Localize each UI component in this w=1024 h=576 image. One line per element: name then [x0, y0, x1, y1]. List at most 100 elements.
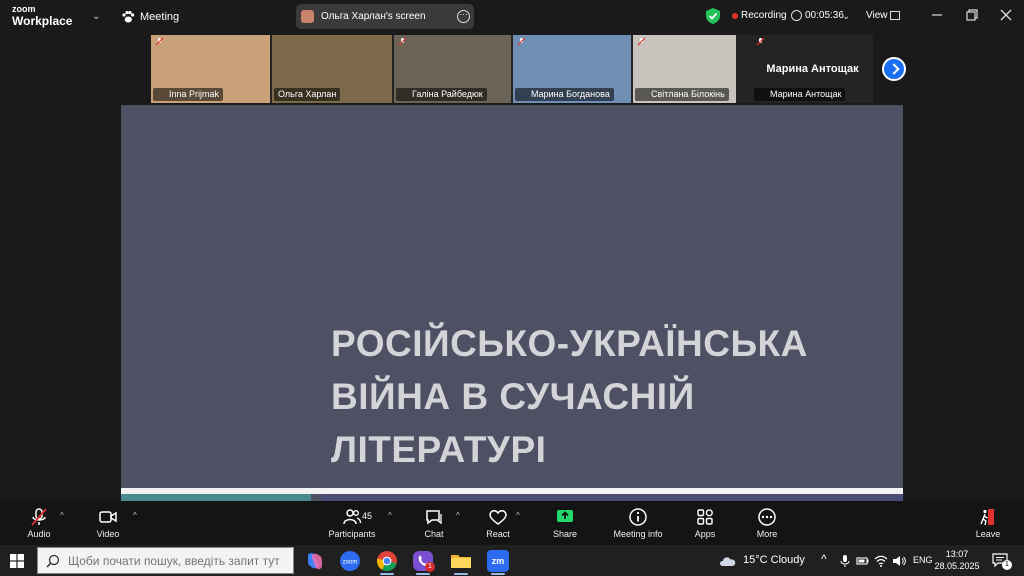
- presenter-avatar: [301, 10, 314, 23]
- react-label: React: [486, 529, 510, 539]
- minimize-icon[interactable]: [929, 7, 945, 23]
- participant-name: Галіна Райбедюк: [396, 88, 487, 101]
- recording-label[interactable]: Recording: [741, 10, 787, 21]
- video-label: Video: [96, 529, 120, 539]
- participant-tile-no-video[interactable]: Марина Антощак Марина Антощак: [752, 35, 873, 103]
- windows-taskbar: zoom 1 zm 15°C Cloudy ^ ENG 13:07 28.05.…: [0, 545, 1024, 576]
- chevron-up-icon[interactable]: ^: [388, 511, 392, 520]
- more-options-icon[interactable]: ···: [457, 10, 470, 23]
- clock-icon: [791, 10, 802, 21]
- participant-tile[interactable]: Світлана Білокінь: [633, 35, 736, 103]
- meeting-timer: 00:05:36: [805, 10, 844, 21]
- slide-title-line-1: РОСІЙСЬКО-УКРАЇНСЬКА: [331, 323, 808, 364]
- chat-label: Chat: [424, 529, 444, 539]
- zoom-app-icon[interactable]: zoom: [339, 550, 361, 572]
- participant-tile[interactable]: Inna Prijmak: [151, 35, 270, 103]
- chevron-up-icon[interactable]: ^: [516, 511, 520, 520]
- participants-label: Participants: [328, 529, 376, 539]
- restore-icon[interactable]: [964, 7, 980, 23]
- chevron-down-icon[interactable]: ⌄: [92, 11, 100, 22]
- logo-top-text: zoom: [12, 4, 36, 14]
- file-explorer-icon[interactable]: [450, 550, 472, 572]
- viber-notification-badge: 1: [425, 562, 435, 572]
- meeting-info-label: Meeting info: [613, 529, 663, 539]
- meeting-label[interactable]: Meeting: [140, 11, 179, 23]
- copilot-icon[interactable]: [304, 550, 326, 572]
- clock-time: 13:07: [945, 549, 969, 559]
- microphone-icon[interactable]: [838, 554, 852, 568]
- audio-label: Audio: [27, 529, 51, 539]
- chat-bubble-icon: [426, 510, 442, 525]
- participant-name: Марина Богданова: [515, 88, 614, 101]
- cloudy-weather-icon[interactable]: [718, 554, 738, 568]
- more-label: More: [756, 529, 778, 539]
- more-button[interactable]: More: [737, 507, 797, 539]
- share-screen-icon: [557, 510, 573, 522]
- meeting-toolbar: Audio ^ Video ^ Participants 45 ^ Chat ^…: [0, 501, 1024, 545]
- heart-icon: [489, 510, 507, 525]
- paw-icon[interactable]: [121, 10, 135, 24]
- chat-button[interactable]: Chat: [404, 507, 464, 539]
- apps-grid-icon: [697, 509, 713, 525]
- recording-dot-icon: [732, 13, 738, 19]
- system-clock[interactable]: 13:07 28.05.2025: [932, 548, 982, 572]
- muted-mic-icon: [517, 37, 526, 46]
- meeting-info-button[interactable]: Meeting info: [608, 507, 668, 539]
- taskbar-search-input[interactable]: [68, 553, 288, 569]
- muted-mic-icon: [398, 37, 407, 46]
- participant-display-name: Марина Антощак: [766, 63, 859, 75]
- zoom-app-text: zoom: [343, 560, 358, 566]
- grid-view-icon[interactable]: [890, 11, 900, 20]
- chevron-up-icon[interactable]: ^: [60, 511, 64, 520]
- security-shield-icon[interactable]: [706, 8, 720, 24]
- shared-screen-slide: РОСІЙСЬКО-УКРАЇНСЬКА ВІЙНА В СУЧАСНІЙ ЛІ…: [121, 105, 903, 501]
- search-icon: [46, 554, 60, 568]
- windows-start-icon[interactable]: [10, 554, 24, 568]
- chevron-up-icon[interactable]: ^: [133, 511, 137, 520]
- battery-icon[interactable]: [856, 554, 870, 568]
- video-button[interactable]: Video: [78, 507, 138, 539]
- participant-tile[interactable]: Марина Богданова: [513, 35, 631, 103]
- video-camera-icon: [99, 511, 117, 523]
- participants-count: 45: [362, 511, 373, 521]
- volume-icon[interactable]: [892, 554, 906, 568]
- view-menu-label[interactable]: View: [866, 10, 888, 21]
- chrome-icon[interactable]: [376, 550, 398, 572]
- wifi-icon[interactable]: [874, 554, 888, 568]
- share-button[interactable]: Share: [535, 507, 595, 539]
- input-language[interactable]: ENG: [913, 555, 933, 565]
- participant-name: Марина Антощак: [754, 88, 846, 101]
- slide-title-line-3: ЛІТЕРАТУРІ: [331, 429, 547, 470]
- clock-date: 28.05.2025: [934, 561, 980, 571]
- notification-count-badge: 1: [1002, 560, 1012, 570]
- screen-share-pill[interactable]: Ольга Харлан's screen ···: [296, 4, 474, 29]
- next-page-arrow-icon[interactable]: [882, 57, 906, 81]
- chevron-up-icon[interactable]: ^: [456, 511, 460, 520]
- leave-button[interactable]: Leave: [958, 507, 1018, 539]
- close-icon[interactable]: [998, 7, 1014, 23]
- running-indicator: [416, 573, 430, 575]
- participant-name: Світлана Білокінь: [635, 88, 729, 101]
- more-dots-icon: [758, 508, 776, 526]
- participants-button[interactable]: Participants: [322, 507, 382, 539]
- taskbar-search-box[interactable]: [37, 547, 294, 574]
- share-label: Share: [552, 529, 578, 539]
- participant-tile[interactable]: Галіна Райбедюк: [394, 35, 511, 103]
- leave-label: Leave: [975, 529, 1001, 539]
- participant-name: Ольга Харлан: [274, 88, 341, 101]
- slide-decor-bar: [121, 494, 311, 501]
- apps-label: Apps: [694, 529, 716, 539]
- apps-button[interactable]: Apps: [675, 507, 735, 539]
- logo-bottom-text: Workplace: [12, 14, 73, 28]
- chevron-down-icon[interactable]: ⌄: [842, 11, 850, 22]
- chevron-up-icon[interactable]: ^: [821, 552, 827, 566]
- muted-mic-icon: [756, 37, 765, 46]
- zoom-workplace-app-icon[interactable]: zm: [487, 550, 509, 572]
- running-indicator: [454, 573, 468, 575]
- participant-tile-active-speaker[interactable]: Ольга Харлан: [272, 35, 392, 103]
- weather-text[interactable]: 15°C Cloudy: [743, 554, 805, 566]
- running-indicator: [380, 573, 394, 575]
- zoom-workplace-logo[interactable]: zoom Workplace: [12, 4, 73, 28]
- muted-mic-icon: [155, 37, 164, 46]
- running-indicator: [491, 573, 505, 575]
